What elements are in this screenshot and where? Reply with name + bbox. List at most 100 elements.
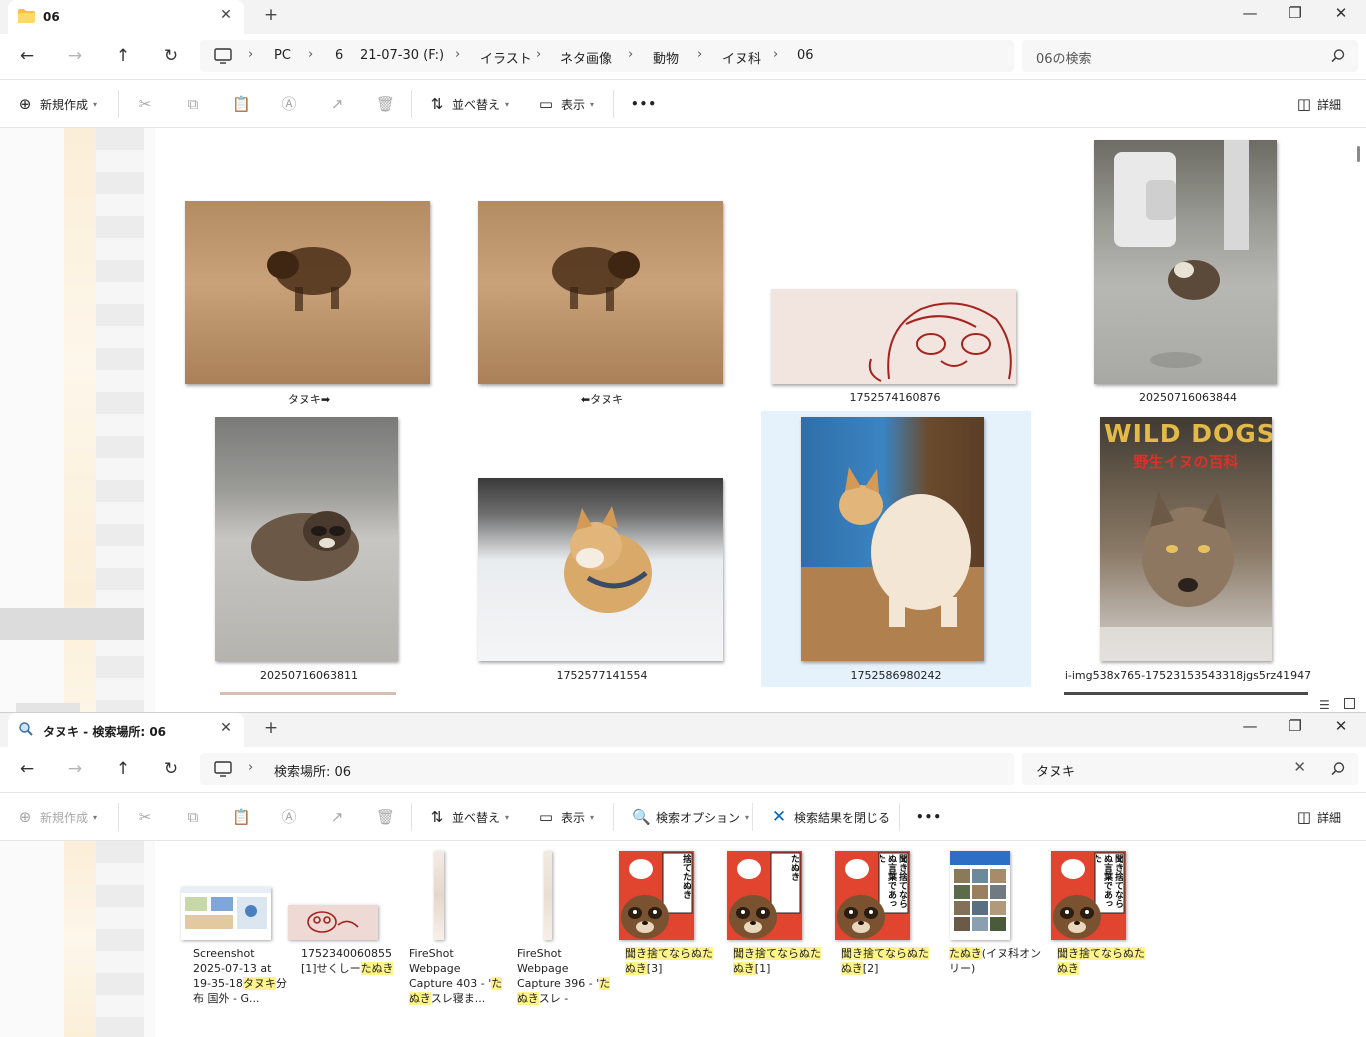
refresh-icon[interactable]: ↻	[159, 44, 183, 68]
navigation-pane[interactable]	[0, 841, 155, 1037]
cut-button[interactable]: ✂	[136, 807, 160, 827]
close-window-button[interactable]: ✕	[1330, 4, 1352, 26]
up-arrow-icon[interactable]: ↑	[111, 44, 135, 68]
wolf-icon	[1100, 491, 1272, 661]
file-item-selected[interactable]: 1752586980242	[761, 411, 1031, 687]
search-match-highlight: ぬき	[841, 962, 863, 975]
search-options-button[interactable]: 🔍 検索オプション ▾	[632, 807, 749, 827]
breadcrumb-illust[interactable]: イラスト	[480, 48, 532, 67]
breadcrumb-06[interactable]: 06	[797, 48, 814, 63]
navigation-pane[interactable]	[0, 128, 155, 712]
file-item[interactable]: WILD DOGS 野生イヌの百科 i-img538x765-175231535…	[1054, 411, 1322, 687]
file-view[interactable]: タヌキ➡ ⬅タヌキ 1752574160876 20250716063844 2…	[156, 128, 1352, 712]
back-arrow-icon[interactable]: ←	[15, 44, 39, 68]
caption-text: スレ -	[538, 992, 569, 1005]
cut-button[interactable]: ✂	[136, 94, 160, 114]
view-button[interactable]: ▭ 表示 ▾	[537, 94, 594, 114]
search-box[interactable]: 06の検索	[1022, 40, 1358, 72]
result-item[interactable]: たぬき 聞き捨てならぬたぬき[1]	[718, 841, 823, 1037]
more-options-button[interactable]: •••	[916, 807, 942, 827]
details-view-icon[interactable]: ☰	[1319, 698, 1330, 712]
details-pane-button[interactable]: ◫ 詳細	[1295, 94, 1341, 114]
back-arrow-icon[interactable]: ←	[15, 757, 39, 781]
clear-search-icon[interactable]: ✕	[1293, 758, 1306, 776]
search-match-highlight: たぬき	[949, 947, 982, 960]
new-tab-button[interactable]: +	[262, 718, 280, 740]
tiles-view-icon[interactable]	[1344, 698, 1355, 709]
rename-button[interactable]: Ⓐ	[280, 807, 304, 827]
view-button[interactable]: ▭ 表示 ▾	[537, 807, 594, 827]
sort-button[interactable]: ⇅ 並べ替え ▾	[428, 807, 509, 827]
result-item[interactable]: 聞き捨てならぬ言葉であった 聞き捨てならぬたぬき[2]	[826, 841, 931, 1037]
delete-button[interactable]: 🗑	[376, 807, 400, 827]
tall-capture-thumb	[544, 851, 552, 940]
file-item[interactable]: 1752577141554	[468, 411, 736, 687]
result-item[interactable]: FireShot Webpage Capture 403 - 'たぬきスレ寝ま.…	[394, 841, 503, 1037]
minimize-button[interactable]: —	[1239, 4, 1261, 26]
share-button[interactable]: ↗	[328, 807, 352, 827]
result-name: たぬき(イヌ科オンリー)	[949, 946, 1043, 976]
search-location[interactable]: 検索場所: 06	[274, 761, 351, 780]
tanuki-manga-thumb: たぬき	[727, 851, 802, 940]
close-tab-icon[interactable]: ✕	[218, 7, 234, 25]
result-item[interactable]: 聞き捨てならぬ言葉であった 聞き捨てならぬたぬき	[1042, 841, 1147, 1037]
maximize-button[interactable]: ❐	[1284, 717, 1306, 739]
minimize-button[interactable]: —	[1239, 717, 1261, 739]
monitor-icon	[214, 761, 232, 777]
sort-button[interactable]: ⇅ 並べ替え ▾	[428, 94, 509, 114]
breadcrumb-animals[interactable]: 動物	[653, 48, 679, 67]
file-item[interactable]: 20250716063844	[1054, 134, 1322, 406]
sort-arrows-icon: ⇅	[430, 808, 444, 826]
breadcrumb-pc[interactable]: PC	[274, 48, 291, 63]
up-arrow-icon[interactable]: ↑	[111, 757, 135, 781]
address-bar[interactable]: › PC › 6 21-07-30 (F:) › イラスト › ネタ画像 › 動…	[200, 40, 1014, 72]
result-item[interactable]: たぬき(イヌ科オンリー)	[934, 841, 1041, 1037]
result-item[interactable]: 捨てたぬき 聞き捨てならぬたぬき[3]	[610, 841, 715, 1037]
new-tab-button[interactable]: +	[262, 5, 280, 27]
rename-button[interactable]: Ⓐ	[280, 94, 304, 114]
result-item[interactable]: Screenshot 2025-07-13 at 19-35-18タヌキ分布 国…	[178, 841, 287, 1037]
share-button[interactable]: ↗	[328, 94, 352, 114]
breadcrumb-drive[interactable]: 21-07-30 (F:)	[360, 48, 444, 63]
close-window-button[interactable]: ✕	[1330, 717, 1352, 739]
file-item[interactable]: 20250716063811	[175, 411, 443, 687]
file-item[interactable]: 1752574160876	[761, 134, 1029, 406]
maximize-button[interactable]: ❐	[1284, 4, 1306, 26]
forward-arrow-icon[interactable]: →	[63, 44, 87, 68]
more-options-button[interactable]: •••	[631, 94, 657, 114]
search-icon[interactable]	[1330, 761, 1346, 777]
search-icon[interactable]	[1330, 48, 1346, 64]
new-button[interactable]: ⊕ 新規作成 ▾	[16, 807, 97, 827]
breadcrumb-canidae[interactable]: イヌ科	[722, 48, 761, 67]
result-item[interactable]: FireShot Webpage Capture 396 - 'たぬきスレ -	[502, 841, 611, 1037]
breadcrumb-neta[interactable]: ネタ画像	[560, 48, 612, 67]
copy-icon: ⧉	[187, 808, 199, 826]
copy-button[interactable]: ⧉	[184, 807, 208, 827]
forward-arrow-icon[interactable]: →	[63, 757, 87, 781]
vertical-scrollbar[interactable]	[1357, 146, 1360, 162]
paste-button[interactable]: 📋	[232, 94, 256, 114]
file-item[interactable]: タヌキ➡	[175, 134, 443, 406]
tab-search-results[interactable]: タヌキ - 検索場所: 06 ✕	[8, 713, 244, 747]
search-box[interactable]: タヌキ ✕	[1022, 753, 1358, 785]
breadcrumb-6[interactable]: 6	[335, 48, 343, 63]
result-name: 1752340060855 [1]せくしーたぬき	[301, 946, 395, 976]
file-item[interactable]: ⬅タヌキ	[468, 134, 736, 406]
search-results-view[interactable]: Screenshot 2025-07-13 at 19-35-18タヌキ分布 国…	[156, 841, 1352, 1037]
paste-button[interactable]: 📋	[232, 807, 256, 827]
close-tab-icon[interactable]: ✕	[218, 720, 234, 738]
manga-sign-text: 捨てたぬき	[681, 854, 691, 899]
details-pane-button[interactable]: ◫ 詳細	[1295, 807, 1341, 827]
address-bar[interactable]: › 検索場所: 06	[200, 753, 1014, 785]
tab-title: 06	[43, 10, 60, 24]
refresh-icon[interactable]: ↻	[159, 757, 183, 781]
delete-button[interactable]: 🗑	[376, 94, 400, 114]
new-button[interactable]: ⊕ 新規作成 ▾	[16, 94, 97, 114]
tab-06[interactable]: 06 ✕	[8, 0, 244, 34]
result-name: Screenshot 2025-07-13 at 19-35-18タヌキ分布 国…	[193, 946, 287, 1006]
divider	[613, 90, 614, 118]
copy-button[interactable]: ⧉	[184, 94, 208, 114]
result-item[interactable]: 1752340060855 [1]せくしーたぬき	[286, 841, 394, 1037]
close-search-button[interactable]: ✕ 検索結果を閉じる	[770, 807, 890, 827]
sort-arrows-icon: ⇅	[430, 95, 444, 113]
